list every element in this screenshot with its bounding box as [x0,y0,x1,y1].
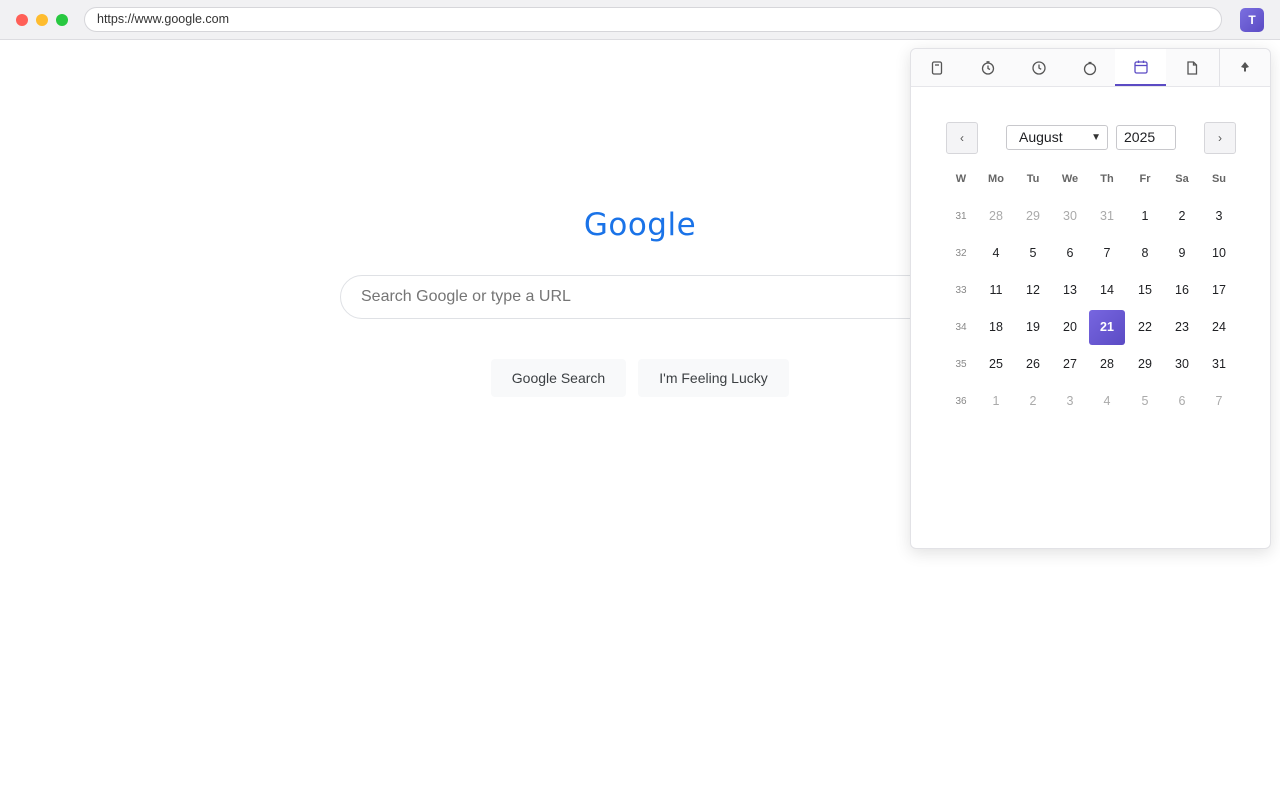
calendar-day[interactable]: 1 [1127,199,1163,234]
feeling-lucky-button[interactable]: I'm Feeling Lucky [638,359,789,397]
calendar-day[interactable]: 28 [1089,347,1125,382]
calendar-day[interactable]: 3 [1201,199,1237,234]
week-number: 34 [955,322,967,333]
calendar-day[interactable]: 6 [1052,236,1088,271]
document-icon [1186,60,1197,75]
year-input[interactable]: 2025 [1116,125,1176,150]
calendar-day[interactable]: 26 [1015,347,1051,382]
weekday-header: Sa [1175,173,1189,185]
browser-toolbar: https://www.google.com T [0,0,1280,40]
calendar-day[interactable]: 15 [1127,273,1163,308]
calendar-day[interactable]: 7 [1201,384,1237,419]
calendar-day[interactable]: 11 [978,273,1014,308]
calendar-day[interactable]: 9 [1164,236,1200,271]
calendar-day[interactable]: 14 [1089,273,1125,308]
tab-calendar[interactable] [1115,49,1166,86]
week-number: 36 [955,396,967,407]
week-number: 35 [955,359,967,370]
week-number: 32 [955,248,967,259]
calendar-day[interactable]: 19 [1015,310,1051,345]
calendar-day[interactable]: 22 [1127,310,1163,345]
timer-icon [981,60,994,75]
notes-icon [931,60,942,75]
calendar-day[interactable]: 3 [1052,384,1088,419]
calendar-day[interactable]: 6 [1164,384,1200,419]
calendar-day[interactable]: 4 [1089,384,1125,419]
weekday-header: Fr [1139,173,1151,185]
calendar-day[interactable]: 31 [1201,347,1237,382]
calendar-day[interactable]: 13 [1052,273,1088,308]
weekday-header: Th [1100,173,1114,185]
calendar-icon [1133,60,1148,74]
calendar-day[interactable]: 16 [1164,273,1200,308]
weekday-header: Su [1211,173,1227,185]
calendar-day[interactable]: 20 [1052,310,1088,345]
weekday-header: Mo [988,173,1004,185]
search-input[interactable]: Search Google or type a URL [340,275,940,319]
popup-tab-bar [911,49,1270,87]
maximize-window-button[interactable] [56,14,68,26]
calendar-day[interactable]: 2 [1015,384,1051,419]
calendar-header-row: W Mo Tu We Th Fr Sa Su [942,173,1267,189]
calendar-day[interactable]: 1 [978,384,1014,419]
tab-notes[interactable] [911,49,962,86]
prev-month-button[interactable]: ‹ [946,122,978,154]
calendar-day[interactable]: 28 [978,199,1014,234]
tab-document[interactable] [1166,49,1217,86]
close-window-button[interactable] [16,14,28,26]
weekday-header: We [1061,173,1079,185]
extension-popup: ‹ August ▼ 2025 › W Mo Tu We Th Fr Sa Su 31 28 29… [910,48,1271,549]
tab-clock[interactable] [1013,49,1064,86]
calendar-day[interactable]: 8 [1127,236,1163,271]
week-number: 33 [955,285,967,296]
address-bar[interactable]: https://www.google.com [84,7,1222,32]
calendar-day[interactable]: 31 [1089,199,1125,234]
calendar-day-selected[interactable]: 21 [1089,310,1125,345]
calendar-day[interactable]: 5 [1015,236,1051,271]
pin-icon [1241,61,1249,72]
calendar-day[interactable]: 25 [978,347,1014,382]
clock-icon [1031,60,1046,75]
chevron-down-icon: ▼ [1091,132,1101,143]
calendar-day[interactable]: 7 [1089,236,1125,271]
calendar-day[interactable]: 27 [1052,347,1088,382]
extension-button[interactable]: T [1240,8,1264,32]
calendar-day[interactable]: 23 [1164,310,1200,345]
next-month-button[interactable]: › [1204,122,1236,154]
week-number: 31 [955,211,967,222]
calendar-day[interactable]: 29 [1127,347,1163,382]
calendar-day[interactable]: 10 [1201,236,1237,271]
calendar-day[interactable]: 2 [1164,199,1200,234]
calendar-day[interactable]: 17 [1201,273,1237,308]
month-select-value: August [1019,129,1063,145]
calendar-day[interactable]: 24 [1201,310,1237,345]
calendar-day[interactable]: 5 [1127,384,1163,419]
weekday-header: Tu [1026,173,1040,185]
google-search-button[interactable]: Google Search [491,359,626,397]
week-number-header: W [955,173,967,185]
calendar-day[interactable]: 18 [978,310,1014,345]
month-select[interactable]: August ▼ [1006,125,1108,150]
tab-stopwatch[interactable] [1064,49,1115,86]
tab-pin[interactable] [1219,49,1270,86]
tab-timer[interactable] [962,49,1013,86]
calendar-day[interactable]: 30 [1164,347,1200,382]
minimize-window-button[interactable] [36,14,48,26]
calendar-day[interactable]: 30 [1052,199,1088,234]
calendar-day[interactable]: 29 [1015,199,1051,234]
calendar-day[interactable]: 12 [1015,273,1051,308]
stopwatch-icon [1083,61,1096,75]
calendar-day[interactable]: 4 [978,236,1014,271]
